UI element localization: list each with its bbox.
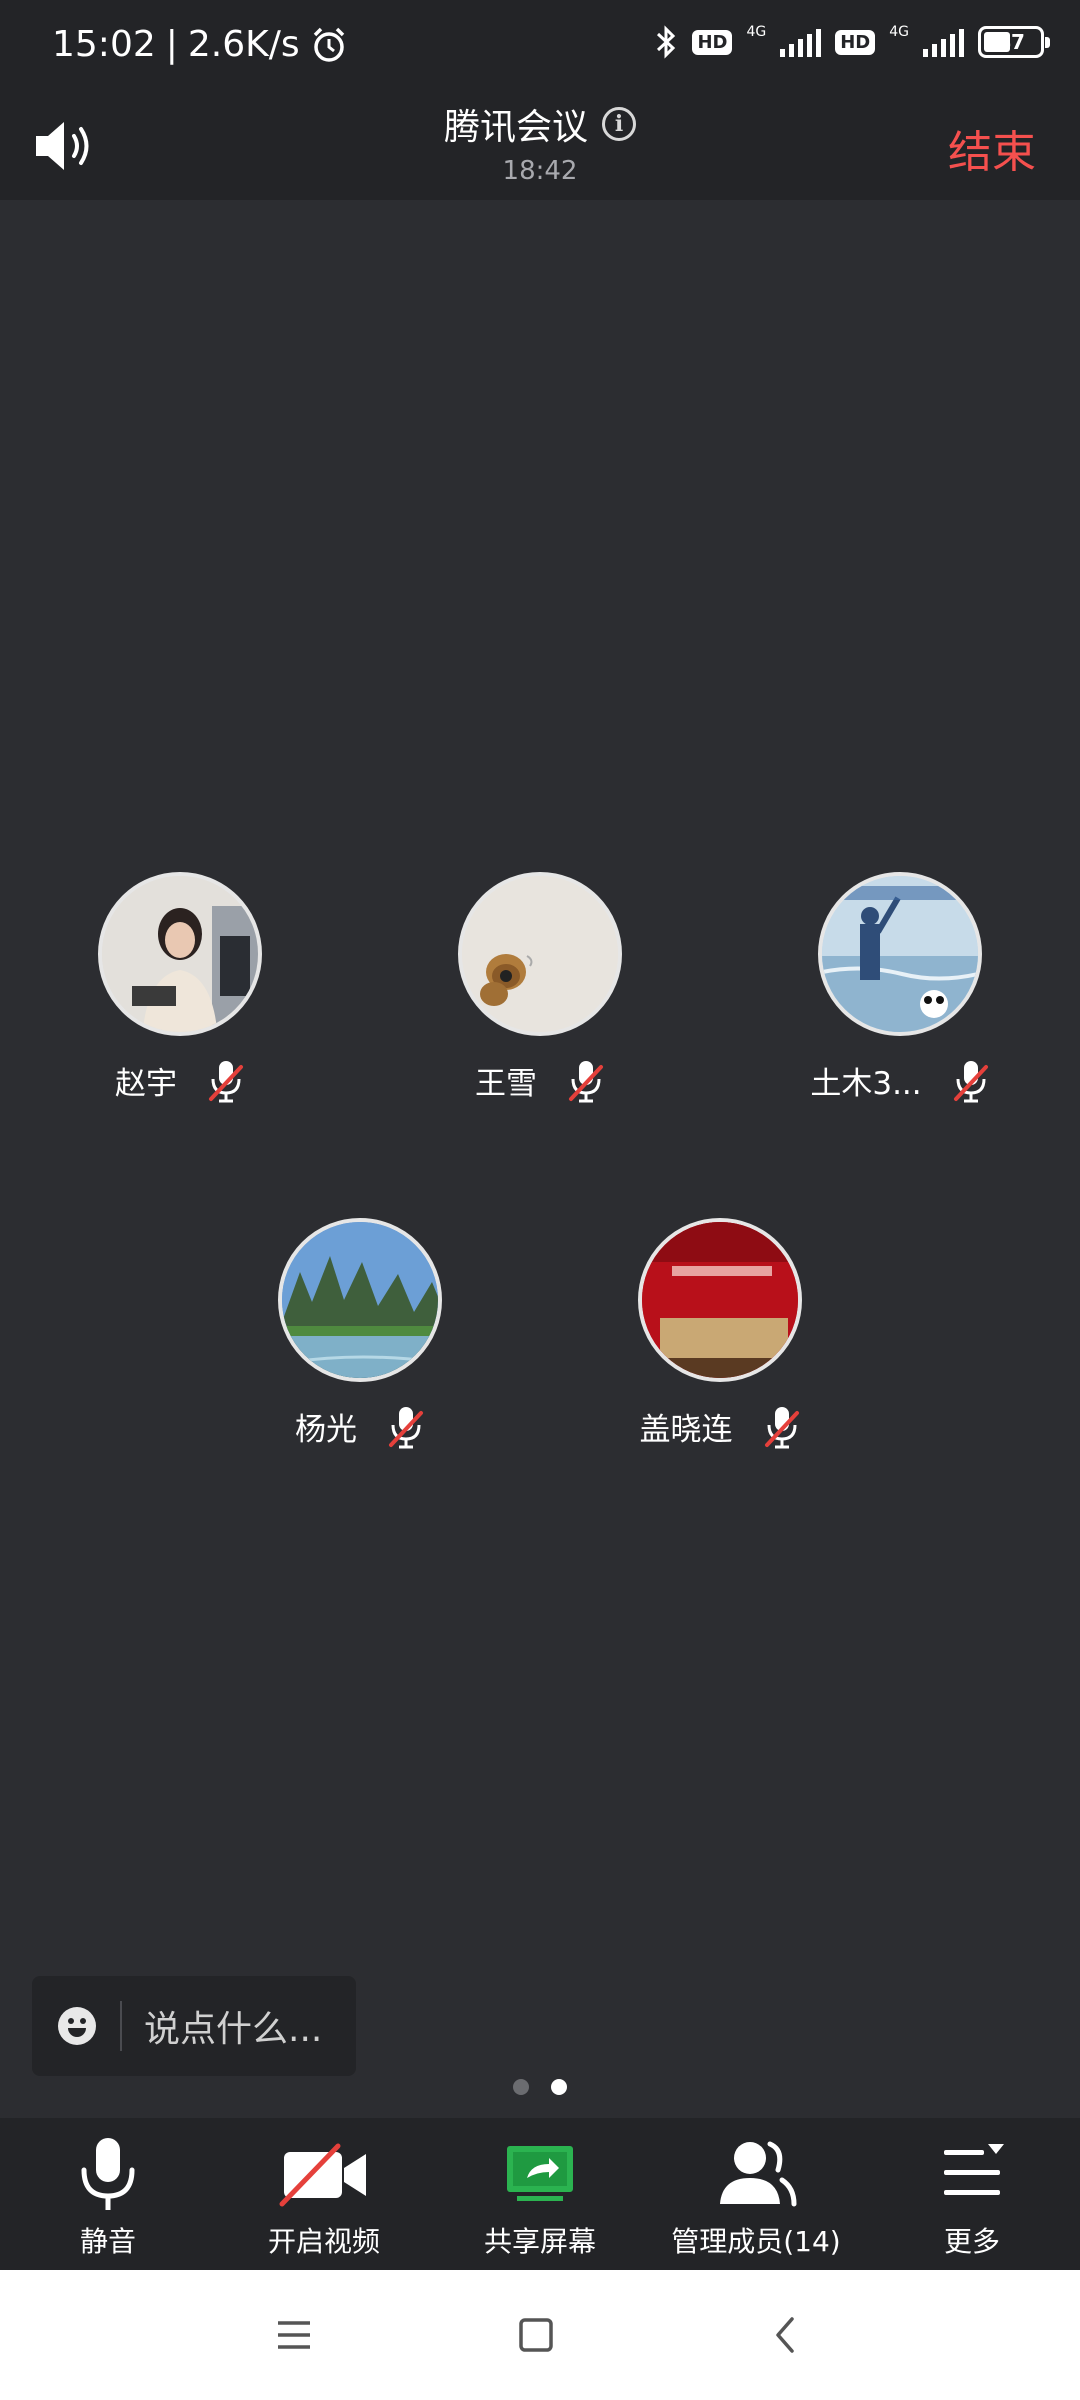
battery-level: 47 (997, 30, 1025, 54)
status-net-speed: 2.6K/s (187, 24, 300, 65)
woman-at-desk-photo (102, 876, 258, 1032)
participant-name: 王雪 (475, 1066, 537, 1102)
recent-apps-icon[interactable] (274, 2315, 314, 2355)
avatar (458, 872, 622, 1036)
status-separator: | (165, 24, 178, 65)
page-dot-active[interactable] (551, 2079, 567, 2095)
participant-name-row: 赵宇 (65, 1058, 295, 1103)
network-type-1: 4G (746, 24, 767, 40)
chat-placeholder: 说点什么... (144, 2009, 323, 2050)
battery-icon: 47 (978, 26, 1050, 58)
participant-name-row: 土木3... (785, 1058, 1015, 1103)
participant-tile[interactable]: 土木3... (785, 872, 1015, 1103)
signal-icon-1 (780, 27, 822, 57)
more-label: 更多 (943, 2225, 1000, 2258)
start-video-button[interactable]: 开启视频 (216, 2118, 432, 2270)
avatar (818, 872, 982, 1036)
mic-muted-icon (953, 1060, 988, 1102)
meeting-timer: 18:42 (502, 156, 578, 186)
participant-name: 土木3... (810, 1066, 922, 1102)
members-icon (720, 2141, 797, 2207)
mute-label: 静音 (79, 2225, 136, 2258)
more-menu-icon (944, 2144, 1004, 2195)
page-dot[interactable] (513, 2079, 529, 2095)
share-screen-icon (507, 2146, 573, 2201)
participant-name-row: 杨光 (245, 1404, 475, 1449)
title-group: 腾讯会议 i 18:42 (0, 96, 1080, 186)
participant-tile[interactable]: 赵宇 (65, 872, 295, 1103)
participant-tile[interactable]: 杨光 (245, 1218, 475, 1449)
participant-name-row: 盖晓连 (605, 1404, 835, 1449)
red-banner-stage-photo (642, 1222, 798, 1378)
alarm-icon (313, 27, 344, 62)
mic-muted-icon (764, 1406, 799, 1448)
mute-button[interactable]: 静音 (0, 2118, 216, 2270)
avatar (98, 872, 262, 1036)
chat-input[interactable]: 说点什么... (32, 1976, 356, 2076)
system-nav-bar (0, 2270, 1080, 2400)
more-button[interactable]: 更多 (864, 2118, 1080, 2270)
share-screen-label: 共享屏幕 (483, 2225, 596, 2258)
participant-tile[interactable]: 盖晓连 (605, 1218, 835, 1449)
participant-tile[interactable]: 王雪 (425, 872, 655, 1103)
status-time: 15:02 (52, 24, 156, 65)
info-icon[interactable]: i (602, 107, 636, 141)
avatar (278, 1218, 442, 1382)
hd-badge-2: HD (835, 29, 876, 55)
mic-muted-icon (569, 1060, 603, 1102)
page-indicator (0, 2079, 1080, 2095)
manage-members-button[interactable]: 管理成员(14) (648, 2118, 864, 2270)
meeting-toolbar: 静音 开启视频 共享屏幕 管理成员(14) 更多 (0, 2118, 1080, 2270)
karst-mountains-river-photo (282, 1222, 438, 1378)
end-meeting-button[interactable]: 结束 (948, 116, 1036, 180)
microphone-icon (81, 2138, 135, 2210)
manage-members-label: 管理成员(14) (671, 2225, 841, 2258)
start-video-label: 开启视频 (267, 2225, 380, 2258)
together-for-a-shared-future-photo (822, 876, 978, 1032)
avatar (638, 1218, 802, 1382)
emoji-icon[interactable] (58, 2007, 96, 2045)
network-type-2: 4G (889, 24, 909, 40)
meeting-header: 腾讯会议 i 18:42 结束 (0, 96, 1080, 200)
status-left: 15:02 | 2.6K/s (52, 24, 348, 65)
share-screen-button[interactable]: 共享屏幕 (432, 2118, 648, 2270)
home-icon[interactable] (516, 2315, 556, 2355)
hd-badge-1: HD (692, 29, 733, 55)
participant-name: 杨光 (295, 1412, 357, 1448)
chat-divider (120, 2001, 122, 2051)
participant-name: 赵宇 (115, 1066, 177, 1102)
participant-name-row: 王雪 (425, 1058, 655, 1103)
mic-muted-icon (209, 1060, 243, 1102)
bluetooth-icon (657, 25, 676, 59)
status-bar: 15:02 | 2.6K/s HD 4G HD 4G 47 (0, 0, 1080, 96)
video-off-icon (279, 2143, 366, 2207)
meeting-title: 腾讯会议 (443, 107, 588, 148)
signal-icon-2 (923, 27, 964, 57)
mic-muted-icon (389, 1406, 423, 1448)
status-right: HD 4G HD 4G 47 (654, 24, 1050, 60)
participant-name: 盖晓连 (639, 1412, 733, 1448)
back-icon[interactable] (766, 2315, 806, 2355)
bear-toy-photo (462, 876, 618, 1032)
meeting-title-row[interactable]: 腾讯会议 i (444, 98, 636, 150)
